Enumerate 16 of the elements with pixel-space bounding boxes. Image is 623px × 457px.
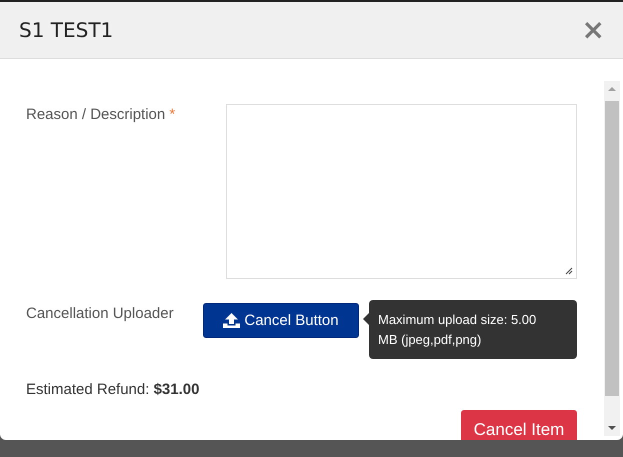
dialog-title: S1 TEST1 — [19, 18, 114, 42]
estimated-refund: Estimated Refund: $31.00 — [26, 381, 200, 398]
scroll-up-icon[interactable] — [608, 87, 616, 91]
scroll-down-icon[interactable] — [608, 426, 616, 430]
cancel-item-button[interactable]: Cancel Item — [461, 410, 577, 440]
scrollbar[interactable] — [604, 81, 620, 436]
upload-icon — [223, 313, 240, 328]
tooltip-pointer-icon — [363, 313, 369, 325]
required-mark: * — [169, 106, 176, 123]
tooltip: Maximum upload size: 5.00 MB (jpeg,pdf,png) — [369, 300, 577, 359]
field-label: Cancellation Uploader — [26, 305, 174, 322]
description-field[interactable] — [226, 104, 577, 279]
field-label: Reason / Description — [26, 106, 166, 123]
resize-handle-icon[interactable] — [565, 267, 573, 275]
close-button[interactable]: × — [582, 16, 605, 44]
upload-button[interactable]: Cancel Button — [203, 303, 359, 338]
